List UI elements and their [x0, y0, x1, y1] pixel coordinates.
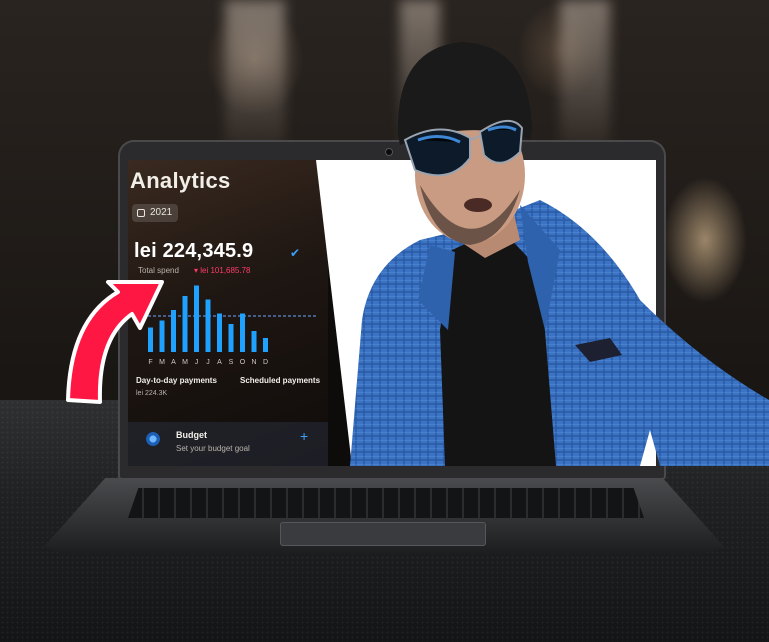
arrow-icon [66, 280, 164, 404]
pointer-arrow [66, 280, 164, 404]
